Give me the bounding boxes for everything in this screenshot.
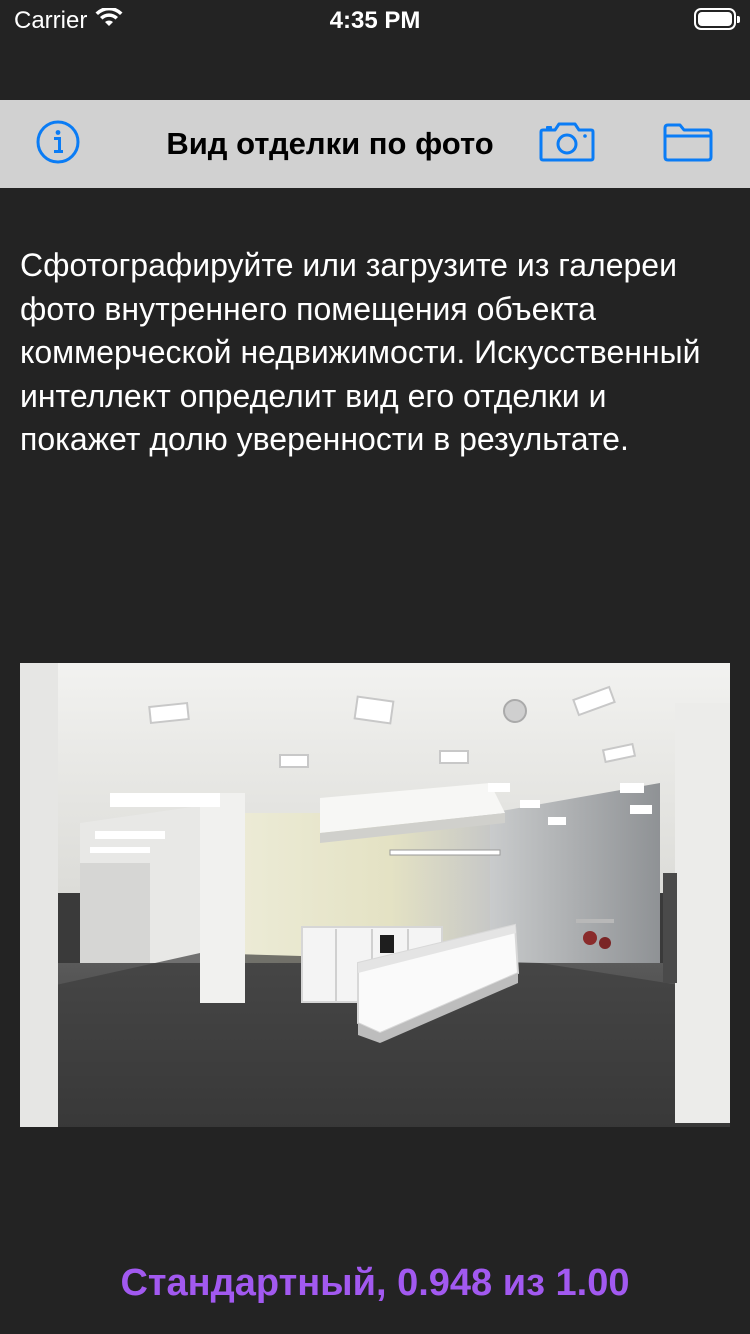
folder-icon [662, 122, 714, 167]
classification-result: Стандартный, 0.948 из 1.00 [120, 1262, 630, 1304]
info-icon [35, 119, 81, 170]
folder-button[interactable] [660, 119, 716, 169]
instructions-text: Сфотографируйте или загрузите из галереи… [20, 247, 701, 457]
battery-icon [694, 8, 740, 30]
status-time: 4:35 PM [329, 7, 421, 34]
status-bar: Carrier 4:35 PM [0, 0, 750, 40]
camera-button[interactable] [536, 119, 598, 169]
toolbar: Вид отделки по фото [0, 100, 750, 188]
toolbar-title: Вид отделки по фото [166, 126, 494, 161]
info-button[interactable] [30, 119, 86, 169]
office-interior-photo [20, 663, 730, 1127]
camera-icon [539, 121, 595, 168]
